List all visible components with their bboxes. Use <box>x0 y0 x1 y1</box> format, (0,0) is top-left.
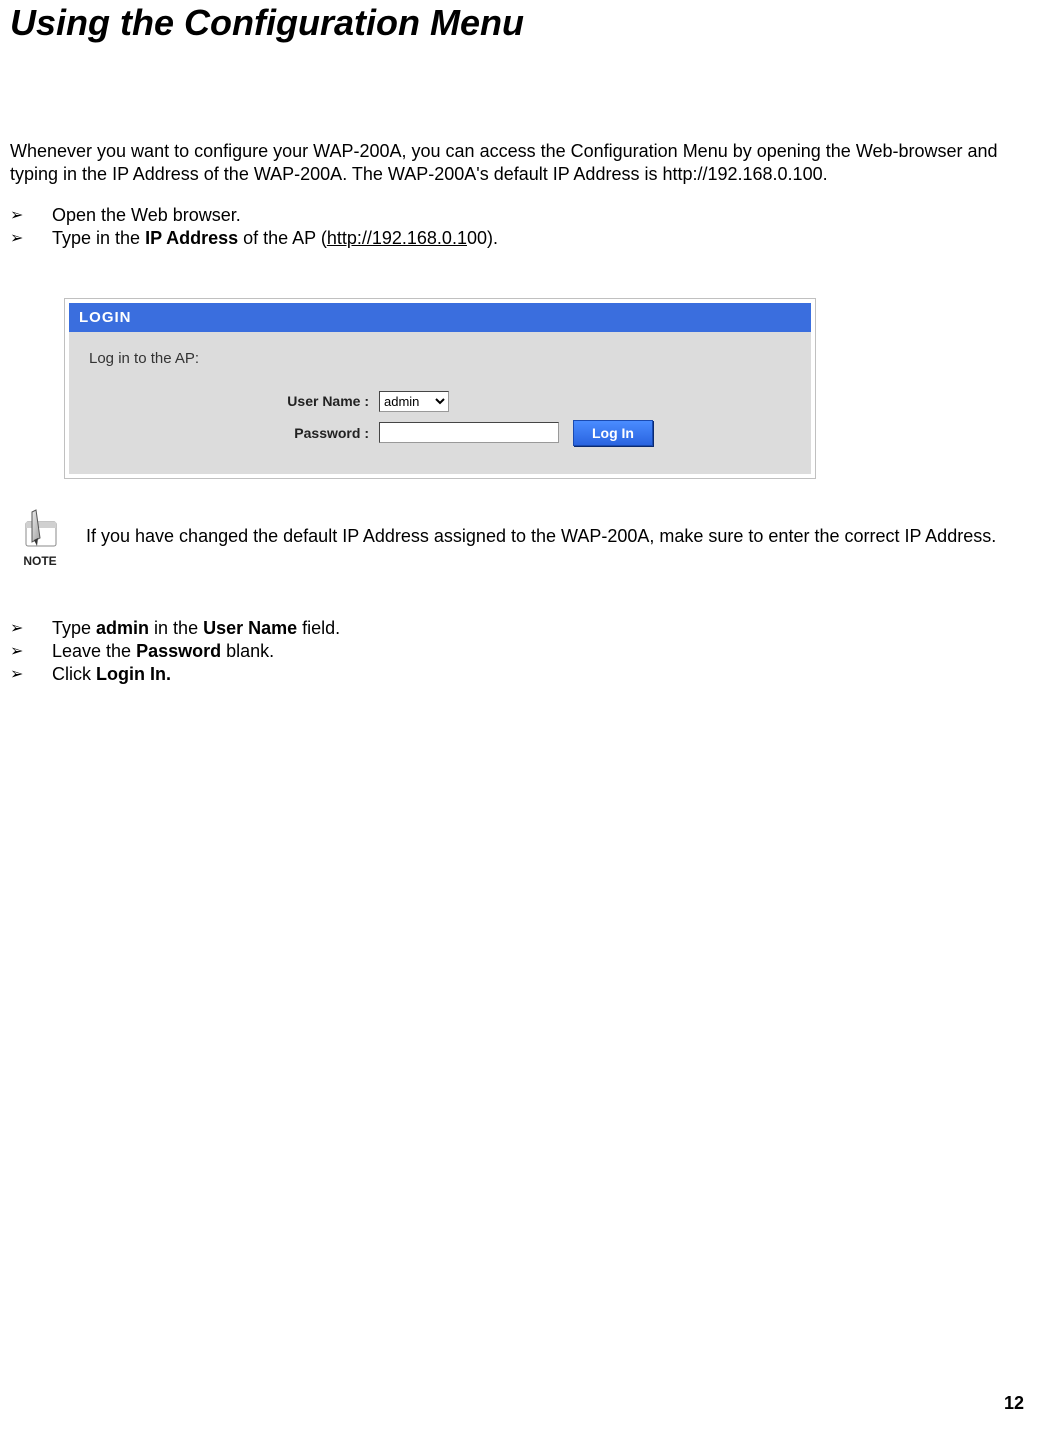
text-fragment: Type <box>52 618 96 638</box>
text-bold: Login In. <box>96 664 171 684</box>
bullet-text: Click Login In. <box>52 664 171 685</box>
note-text: If you have changed the default IP Addre… <box>86 524 1028 548</box>
bullet-text: Type admin in the User Name field. <box>52 618 340 639</box>
text-fragment: Leave the <box>52 641 136 661</box>
top-bullet-list: ➢ Open the Web browser. ➢ Type in the IP… <box>10 205 1028 249</box>
bullet-arrow-icon: ➢ <box>10 664 52 684</box>
password-input[interactable] <box>379 422 559 443</box>
bullet-arrow-icon: ➢ <box>10 641 52 661</box>
login-panel: LOGIN Log in to the AP: User Name : admi… <box>65 299 815 478</box>
text-bold: admin <box>96 618 149 638</box>
page-number: 12 <box>1004 1393 1024 1414</box>
intro-paragraph: Whenever you want to configure your WAP-… <box>10 140 1028 187</box>
username-label: User Name : <box>89 393 379 409</box>
note-block: NOTE If you have changed the default IP … <box>10 504 1028 568</box>
text-fragment: blank. <box>221 641 274 661</box>
bullet-text: Type in the IP Address of the AP (http:/… <box>52 228 498 249</box>
bullet-arrow-icon: ➢ <box>10 618 52 638</box>
bottom-bullet-list: ➢ Type admin in the User Name field. ➢ L… <box>10 618 1028 685</box>
login-button[interactable]: Log In <box>573 420 653 446</box>
page-title: Using the Configuration Menu <box>10 2 1028 44</box>
bullet-text: Open the Web browser. <box>52 205 241 226</box>
bullet-arrow-icon: ➢ <box>10 205 52 225</box>
bullet-arrow-icon: ➢ <box>10 228 52 248</box>
text-bold: Password <box>136 641 221 661</box>
text-bold: User Name <box>203 618 297 638</box>
password-label: Password : <box>89 425 379 441</box>
note-label: NOTE <box>23 554 56 568</box>
login-header: LOGIN <box>69 303 811 332</box>
text-fragment: of the AP ( <box>238 228 327 248</box>
text-link: http://192.168.0.1 <box>327 228 467 248</box>
text-fragment: Type in the <box>52 228 145 248</box>
text-fragment: 00). <box>467 228 498 248</box>
bullet-text: Leave the Password blank. <box>52 641 274 662</box>
text-fragment: Click <box>52 664 96 684</box>
text-bold: IP Address <box>145 228 238 248</box>
text-fragment: in the <box>149 618 203 638</box>
username-select[interactable]: admin <box>379 391 449 412</box>
note-icon: NOTE <box>10 504 70 568</box>
login-subtitle: Log in to the AP: <box>89 350 791 367</box>
text-fragment: field. <box>297 618 340 638</box>
login-body: Log in to the AP: User Name : admin Pass… <box>69 332 811 474</box>
